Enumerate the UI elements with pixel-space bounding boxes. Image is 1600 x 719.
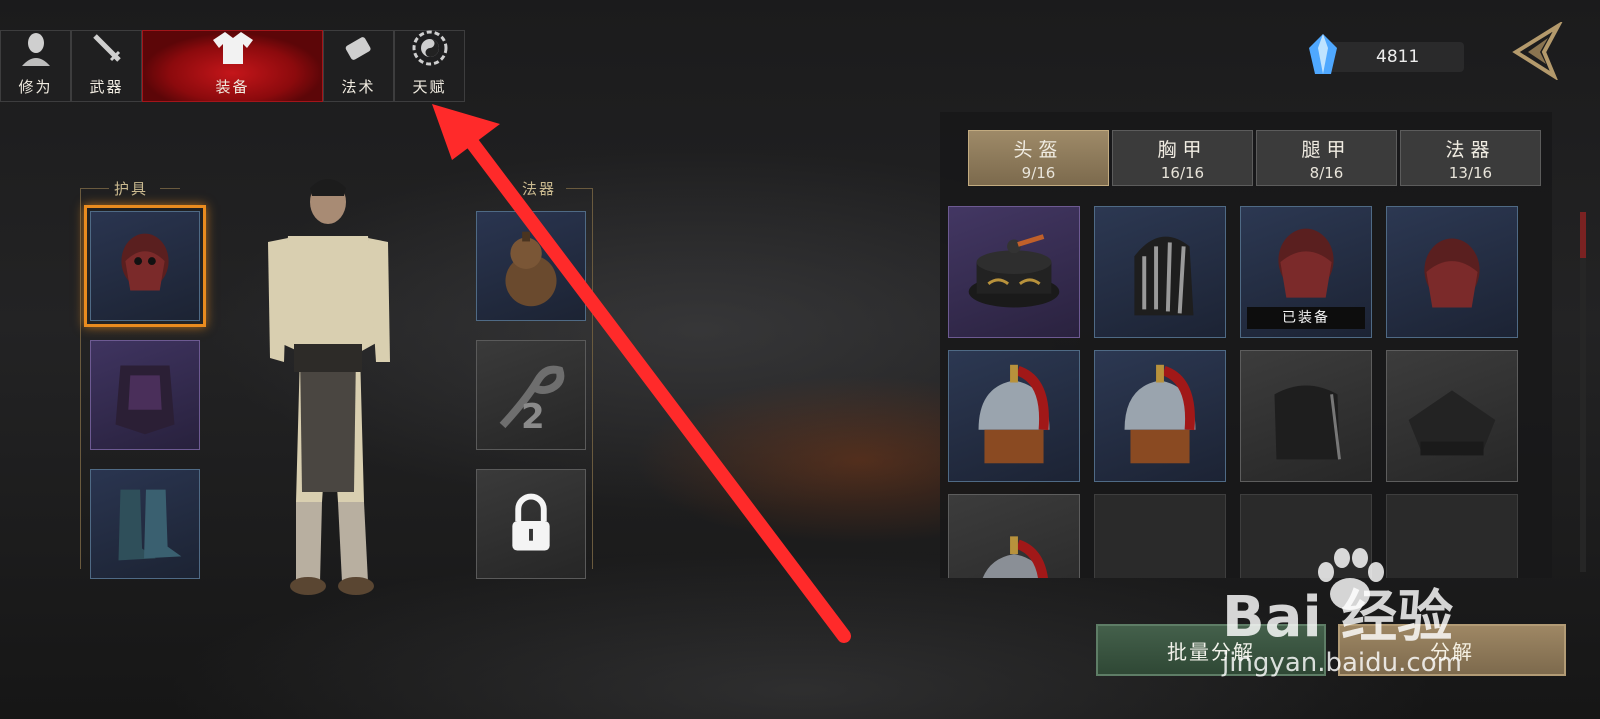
artifact-section-title: 法器 xyxy=(522,180,557,198)
striped-helmet-icon xyxy=(1134,236,1194,316)
selected-slot-frame xyxy=(84,205,206,327)
back-button[interactable] xyxy=(1508,22,1564,80)
scroll-icon xyxy=(341,30,377,72)
armor-section-title: 护具 xyxy=(114,180,149,198)
inventory-item[interactable] xyxy=(1094,350,1226,482)
armor-slot-boots[interactable] xyxy=(90,469,200,579)
artifact-slot-locked[interactable] xyxy=(476,469,586,579)
inventory-item[interactable] xyxy=(948,206,1080,338)
plumed-helmet-icon xyxy=(982,536,1048,578)
inventory-item[interactable] xyxy=(1386,350,1518,482)
inventory-panel: 头盔 9/16 胸甲 16/16 腿甲 8/16 法器 13/16 已装备 xyxy=(940,112,1552,578)
robe-icon xyxy=(211,30,255,72)
inventory-item[interactable] xyxy=(948,350,1080,482)
cultivation-head-icon xyxy=(18,30,54,72)
category-tab-artifact[interactable]: 法器 13/16 xyxy=(1400,130,1541,186)
armor-frame-right xyxy=(160,188,180,190)
currency-display: 4811 xyxy=(1309,34,1464,74)
tab-spell[interactable]: 法术 xyxy=(323,30,394,102)
watermark-url: jingyan.baidu.com xyxy=(1222,648,1462,678)
tab-equipment[interactable]: 装备 xyxy=(142,30,323,102)
inventory-grid: 已装备 xyxy=(948,206,1528,578)
inventory-item[interactable] xyxy=(948,494,1080,578)
artifact-slot-1[interactable] xyxy=(476,211,586,321)
top-tab-bar: 修为 武器 装备 法术 天赋 xyxy=(0,30,465,102)
tab-weapon[interactable]: 武器 xyxy=(71,30,142,102)
tab-talent[interactable]: 天赋 xyxy=(394,30,465,102)
plumed-helmet-icon xyxy=(978,364,1050,464)
character-model xyxy=(268,179,390,595)
currency-value: 4811 xyxy=(1376,47,1420,67)
black-hood-icon xyxy=(1274,385,1341,460)
inventory-item[interactable] xyxy=(1094,206,1226,338)
category-tab-chest[interactable]: 胸甲 16/16 xyxy=(1112,130,1253,186)
plumed-helmet-icon xyxy=(1124,364,1196,464)
inventory-slot-empty[interactable] xyxy=(1094,494,1226,578)
inventory-item-equipped[interactable]: 已装备 xyxy=(1240,206,1372,338)
armor-slot-chest[interactable] xyxy=(90,340,200,450)
artifact-slot-number: 2 xyxy=(521,397,545,437)
artifact-slot-2[interactable]: 2 xyxy=(476,340,586,450)
equipped-tag: 已装备 xyxy=(1247,307,1365,329)
category-tab-helmet[interactable]: 头盔 9/16 xyxy=(968,130,1109,186)
official-hat-icon xyxy=(968,234,1060,308)
inventory-scrollbar-thumb[interactable] xyxy=(1580,212,1586,258)
blue-crystal-icon xyxy=(1309,34,1337,74)
gourd-artifact-icon xyxy=(505,231,557,307)
baidu-watermark: Bai 经验 jingyan.baidu.com xyxy=(1222,546,1552,678)
boots-icon xyxy=(118,489,182,561)
yin-yang-icon xyxy=(412,30,448,72)
inventory-item[interactable] xyxy=(1240,350,1372,482)
lock-icon xyxy=(512,493,550,551)
black-cap-icon xyxy=(1408,390,1496,456)
dark-chest-armor-icon xyxy=(115,365,175,435)
inventory-scrollbar[interactable] xyxy=(1580,212,1586,572)
watermark-main: Bai 经验 xyxy=(1222,585,1454,650)
inventory-item[interactable] xyxy=(1386,206,1518,338)
tab-cultivation[interactable]: 修为 xyxy=(0,30,71,102)
demon-helmet-icon xyxy=(1424,238,1480,308)
category-tab-legs[interactable]: 腿甲 8/16 xyxy=(1256,130,1397,186)
sword-icon xyxy=(89,30,125,72)
